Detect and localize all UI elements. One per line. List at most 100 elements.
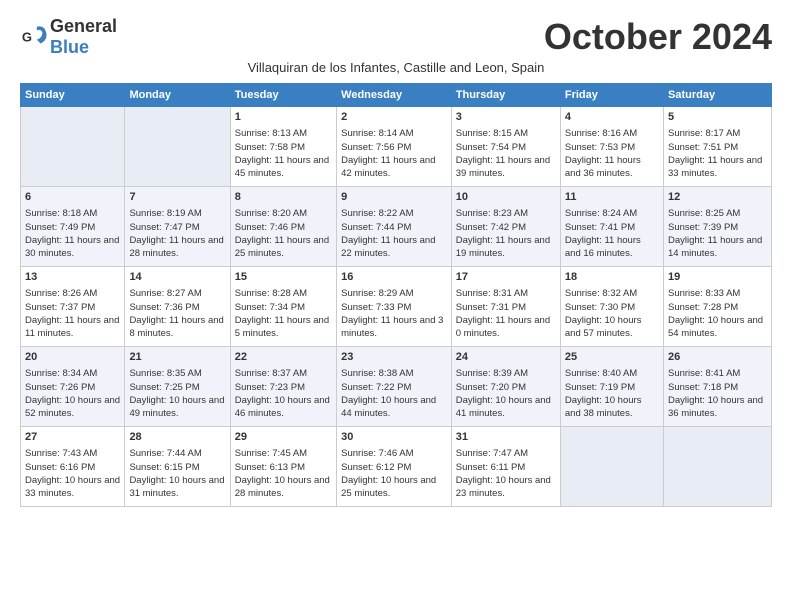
calendar-cell: 21 Sunrise: 8:35 AM Sunset: 7:25 PM Dayli… [125, 347, 230, 427]
svg-text:G: G [22, 30, 32, 45]
calendar-cell: 4 Sunrise: 8:16 AM Sunset: 7:53 PM Daylig… [560, 107, 663, 187]
day-info: Sunrise: 8:35 AM Sunset: 7:25 PM Dayligh… [129, 367, 225, 420]
day-info: Sunrise: 7:43 AM Sunset: 6:16 PM Dayligh… [25, 447, 120, 500]
page-subtitle: Villaquiran de los Infantes, Castille an… [20, 60, 772, 75]
day-info: Sunrise: 8:22 AM Sunset: 7:44 PM Dayligh… [341, 207, 447, 260]
header-friday: Friday [560, 84, 663, 107]
calendar-cell: 30 Sunrise: 7:46 AM Sunset: 6:12 PM Dayli… [337, 427, 452, 507]
day-number: 31 [456, 430, 556, 445]
day-info: Sunrise: 8:19 AM Sunset: 7:47 PM Dayligh… [129, 207, 225, 260]
day-number: 26 [668, 350, 767, 365]
logo: G General Blue [20, 16, 117, 58]
day-number: 9 [341, 190, 447, 205]
week-row-3: 13 Sunrise: 8:26 AM Sunset: 7:37 PM Dayli… [21, 267, 772, 347]
day-number: 28 [129, 430, 225, 445]
day-number: 4 [565, 110, 659, 125]
calendar-cell: 31Sunrise: 7:47 AM Sunset: 6:11 PM Dayli… [451, 427, 560, 507]
day-info: Sunrise: 8:37 AM Sunset: 7:23 PM Dayligh… [235, 367, 332, 420]
day-info: Sunrise: 8:16 AM Sunset: 7:53 PM Dayligh… [565, 127, 659, 180]
calendar-cell: 13 Sunrise: 8:26 AM Sunset: 7:37 PM Dayli… [21, 267, 125, 347]
day-info: Sunrise: 8:15 AM Sunset: 7:54 PM Dayligh… [456, 127, 556, 180]
month-title: October 2024 [544, 16, 772, 58]
day-info: Sunrise: 8:18 AM Sunset: 7:49 PM Dayligh… [25, 207, 120, 260]
calendar-cell: 20 Sunrise: 8:34 AM Sunset: 7:26 PM Dayli… [21, 347, 125, 427]
calendar-cell: 27Sunrise: 7:43 AM Sunset: 6:16 PM Dayli… [21, 427, 125, 507]
day-info: Sunrise: 8:23 AM Sunset: 7:42 PM Dayligh… [456, 207, 556, 260]
calendar-cell [21, 107, 125, 187]
calendar-cell: 11Sunrise: 8:24 AM Sunset: 7:41 PM Dayli… [560, 187, 663, 267]
day-number: 8 [235, 190, 332, 205]
day-number: 13 [25, 270, 120, 285]
day-number: 5 [668, 110, 767, 125]
day-number: 18 [565, 270, 659, 285]
day-number: 12 [668, 190, 767, 205]
day-info: Sunrise: 7:45 AM Sunset: 6:13 PM Dayligh… [235, 447, 332, 500]
week-row-1: 1Sunrise: 8:13 AM Sunset: 7:58 PM Daylig… [21, 107, 772, 187]
logo-icon: G [20, 23, 48, 51]
header-sunday: Sunday [21, 84, 125, 107]
header-saturday: Saturday [663, 84, 771, 107]
calendar-cell: 14 Sunrise: 8:27 AM Sunset: 7:36 PM Dayli… [125, 267, 230, 347]
day-info: Sunrise: 8:26 AM Sunset: 7:37 PM Dayligh… [25, 287, 120, 340]
day-number: 20 [25, 350, 120, 365]
calendar-cell: 25 Sunrise: 8:40 AM Sunset: 7:19 PM Dayli… [560, 347, 663, 427]
calendar-cell: 24Sunrise: 8:39 AM Sunset: 7:20 PM Dayli… [451, 347, 560, 427]
calendar-cell: 8Sunrise: 8:20 AM Sunset: 7:46 PM Daylig… [230, 187, 336, 267]
day-info: Sunrise: 8:34 AM Sunset: 7:26 PM Dayligh… [25, 367, 120, 420]
header-wednesday: Wednesday [337, 84, 452, 107]
logo-text-blue: Blue [50, 37, 89, 57]
day-info: Sunrise: 8:38 AM Sunset: 7:22 PM Dayligh… [341, 367, 447, 420]
day-number: 6 [25, 190, 120, 205]
day-number: 14 [129, 270, 225, 285]
day-info: Sunrise: 7:44 AM Sunset: 6:15 PM Dayligh… [129, 447, 225, 500]
day-info: Sunrise: 8:33 AM Sunset: 7:28 PM Dayligh… [668, 287, 767, 340]
calendar-cell [560, 427, 663, 507]
calendar-cell: 17Sunrise: 8:31 AM Sunset: 7:31 PM Dayli… [451, 267, 560, 347]
calendar-cell [663, 427, 771, 507]
calendar-cell: 26 Sunrise: 8:41 AM Sunset: 7:18 PM Dayli… [663, 347, 771, 427]
day-info: Sunrise: 7:46 AM Sunset: 6:12 PM Dayligh… [341, 447, 447, 500]
calendar-cell: 18Sunrise: 8:32 AM Sunset: 7:30 PM Dayli… [560, 267, 663, 347]
day-info: Sunrise: 8:25 AM Sunset: 7:39 PM Dayligh… [668, 207, 767, 260]
calendar-cell: 5 Sunrise: 8:17 AM Sunset: 7:51 PM Daylig… [663, 107, 771, 187]
day-number: 30 [341, 430, 447, 445]
day-info: Sunrise: 8:13 AM Sunset: 7:58 PM Dayligh… [235, 127, 332, 180]
calendar-cell: 9 Sunrise: 8:22 AM Sunset: 7:44 PM Daylig… [337, 187, 452, 267]
day-number: 11 [565, 190, 659, 205]
day-info: Sunrise: 8:17 AM Sunset: 7:51 PM Dayligh… [668, 127, 767, 180]
day-info: Sunrise: 8:29 AM Sunset: 7:33 PM Dayligh… [341, 287, 447, 340]
day-info: Sunrise: 8:28 AM Sunset: 7:34 PM Dayligh… [235, 287, 332, 340]
calendar-cell: 23Sunrise: 8:38 AM Sunset: 7:22 PM Dayli… [337, 347, 452, 427]
calendar-cell: 15 Sunrise: 8:28 AM Sunset: 7:34 PM Dayli… [230, 267, 336, 347]
calendar-cell: 29 Sunrise: 7:45 AM Sunset: 6:13 PM Dayli… [230, 427, 336, 507]
day-number: 3 [456, 110, 556, 125]
calendar-cell: 1Sunrise: 8:13 AM Sunset: 7:58 PM Daylig… [230, 107, 336, 187]
calendar-cell [125, 107, 230, 187]
day-info: Sunrise: 8:14 AM Sunset: 7:56 PM Dayligh… [341, 127, 447, 180]
header-thursday: Thursday [451, 84, 560, 107]
day-info: Sunrise: 8:27 AM Sunset: 7:36 PM Dayligh… [129, 287, 225, 340]
day-info: Sunrise: 8:41 AM Sunset: 7:18 PM Dayligh… [668, 367, 767, 420]
day-number: 7 [129, 190, 225, 205]
week-row-5: 27Sunrise: 7:43 AM Sunset: 6:16 PM Dayli… [21, 427, 772, 507]
header-monday: Monday [125, 84, 230, 107]
day-number: 10 [456, 190, 556, 205]
day-info: Sunrise: 8:40 AM Sunset: 7:19 PM Dayligh… [565, 367, 659, 420]
header-tuesday: Tuesday [230, 84, 336, 107]
day-number: 19 [668, 270, 767, 285]
day-number: 16 [341, 270, 447, 285]
calendar-header-row: SundayMondayTuesdayWednesdayThursdayFrid… [21, 84, 772, 107]
calendar-cell: 19 Sunrise: 8:33 AM Sunset: 7:28 PM Dayli… [663, 267, 771, 347]
calendar-cell: 16 Sunrise: 8:29 AM Sunset: 7:33 PM Dayli… [337, 267, 452, 347]
calendar-cell: 6 Sunrise: 8:18 AM Sunset: 7:49 PM Daylig… [21, 187, 125, 267]
calendar-table: SundayMondayTuesdayWednesdayThursdayFrid… [20, 83, 772, 507]
calendar-cell: 22Sunrise: 8:37 AM Sunset: 7:23 PM Dayli… [230, 347, 336, 427]
day-number: 21 [129, 350, 225, 365]
day-number: 15 [235, 270, 332, 285]
day-number: 29 [235, 430, 332, 445]
page-header: G General Blue October 2024 [20, 16, 772, 58]
day-number: 24 [456, 350, 556, 365]
week-row-4: 20 Sunrise: 8:34 AM Sunset: 7:26 PM Dayli… [21, 347, 772, 427]
calendar-cell: 28 Sunrise: 7:44 AM Sunset: 6:15 PM Dayli… [125, 427, 230, 507]
day-number: 25 [565, 350, 659, 365]
